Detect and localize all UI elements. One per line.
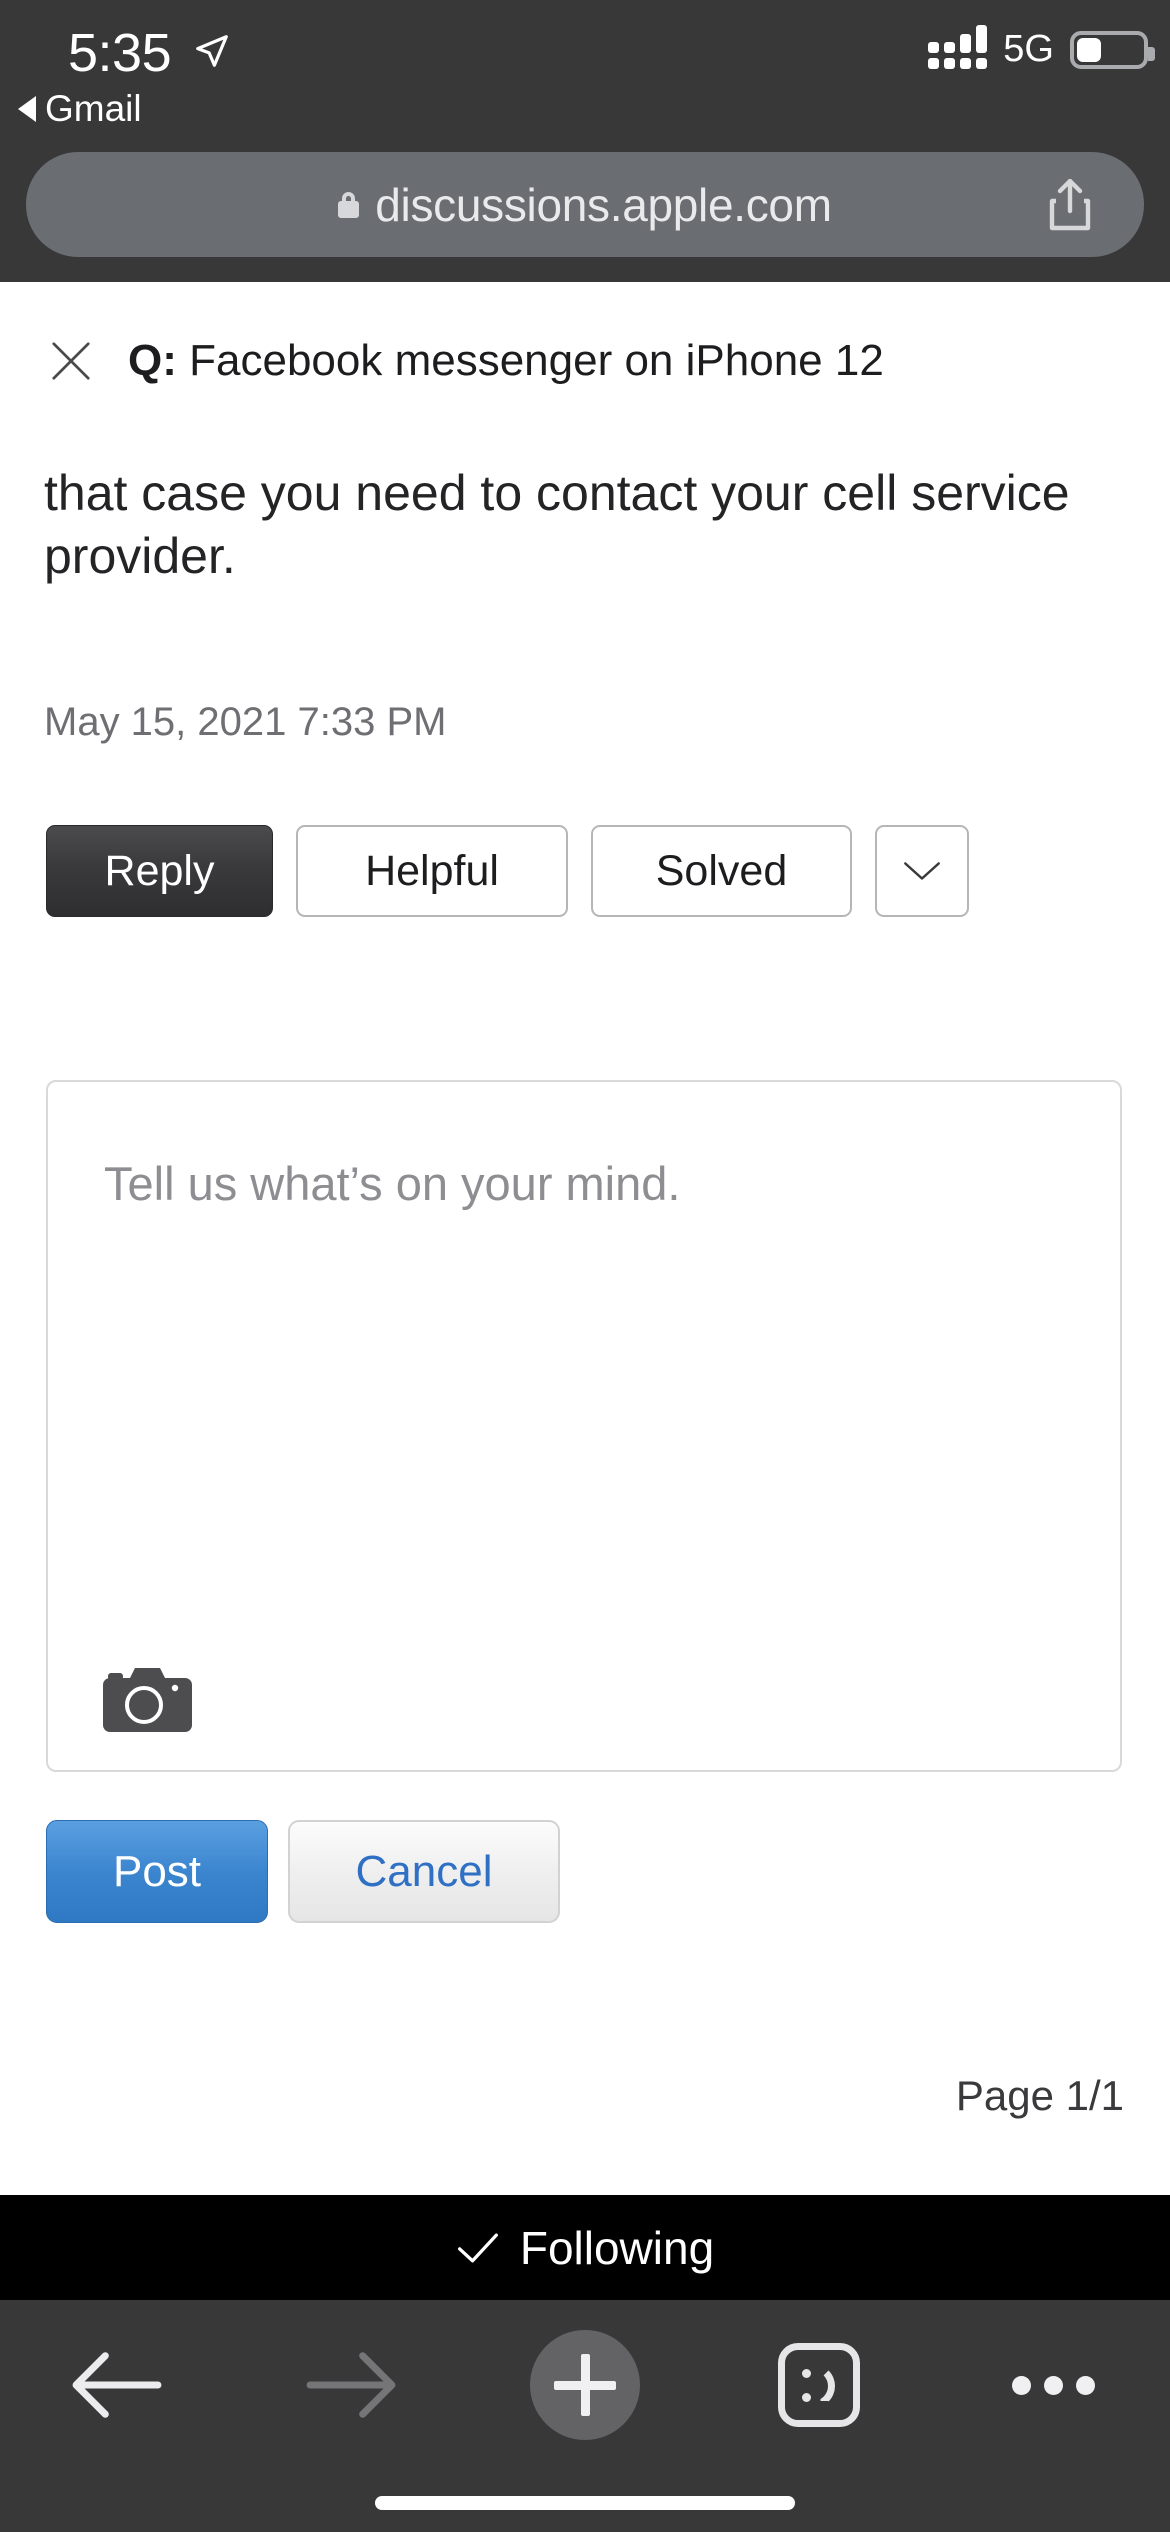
question-title-text: Facebook messenger on iPhone 12: [189, 336, 884, 385]
share-icon[interactable]: [1048, 178, 1092, 231]
toolbar-more-button[interactable]: [936, 2300, 1170, 2470]
following-label: Following: [519, 2221, 715, 2274]
back-to-app-button[interactable]: Gmail: [18, 88, 142, 130]
solved-button[interactable]: Solved: [591, 825, 852, 917]
post-actions-row: Reply Helpful Solved: [46, 825, 969, 917]
location-arrow-icon: [196, 35, 228, 67]
reply-textarea-placeholder: Tell us what’s on your mind.: [104, 1157, 681, 1210]
lock-icon: [338, 191, 360, 218]
toolbar-back-button[interactable]: [0, 2300, 234, 2470]
following-status-bar[interactable]: Following: [0, 2195, 1170, 2300]
network-type-label: 5G: [1003, 28, 1054, 70]
more-actions-button[interactable]: [875, 825, 969, 917]
post-button[interactable]: Post: [46, 1820, 268, 1923]
cellular-signal-icon: [928, 24, 988, 69]
smiley-sticker-icon: [778, 2343, 860, 2427]
back-triangle-icon: [18, 96, 36, 122]
ellipsis-icon: [1011, 2375, 1095, 2395]
camera-icon[interactable]: [103, 1666, 192, 1732]
question-prefix: Q:: [128, 336, 177, 385]
toolbar-smiley-button[interactable]: [702, 2300, 936, 2470]
browser-chrome: 5:35 Gmail 5G discussions.apple.com: [0, 0, 1170, 282]
composer-submit-row: Post Cancel: [46, 1820, 560, 1923]
url-text: discussions.apple.com: [375, 178, 832, 231]
chevron-down-icon: [904, 862, 940, 880]
toolbar-forward-button[interactable]: [234, 2300, 468, 2470]
cancel-button[interactable]: Cancel: [288, 1820, 560, 1923]
status-time: 5:35: [68, 23, 172, 83]
arrow-left-icon: [72, 2352, 162, 2418]
battery-icon: [1070, 30, 1155, 69]
reply-button[interactable]: Reply: [46, 825, 273, 917]
bottom-toolbar: [0, 2300, 1170, 2532]
url-bar[interactable]: discussions.apple.com: [26, 152, 1144, 257]
back-app-label: Gmail: [45, 88, 142, 129]
post-timestamp: May 15, 2021 7:33 PM: [44, 700, 447, 744]
toolbar-add-button[interactable]: [468, 2300, 702, 2470]
arrow-right-icon: [306, 2352, 396, 2418]
post-content-area: that case you need to contact your cell …: [0, 440, 1170, 2195]
url-bar-inner: discussions.apple.com: [338, 178, 832, 232]
reply-textarea[interactable]: Tell us what’s on your mind.: [46, 1080, 1122, 1772]
status-right-group: 5G: [928, 24, 1155, 71]
helpful-button[interactable]: Helpful: [296, 825, 568, 917]
plus-icon: [530, 2330, 640, 2440]
page-indicator: Page 1/1: [955, 2072, 1124, 2119]
page-title: Q: Facebook messenger on iPhone 12: [128, 336, 884, 386]
question-header: Q: Facebook messenger on iPhone 12: [0, 282, 1170, 440]
status-bar: 5:35 Gmail 5G: [0, 0, 1170, 130]
post-body-text: that case you need to contact your cell …: [44, 465, 1070, 584]
checkmark-icon: [457, 2233, 498, 2262]
close-x-icon[interactable]: [48, 338, 94, 384]
toolbar-row: [0, 2300, 1170, 2470]
home-indicator: [375, 2496, 795, 2510]
phone-screen: 5:35 Gmail 5G discussions.apple.com Q: F…: [0, 0, 1170, 2532]
